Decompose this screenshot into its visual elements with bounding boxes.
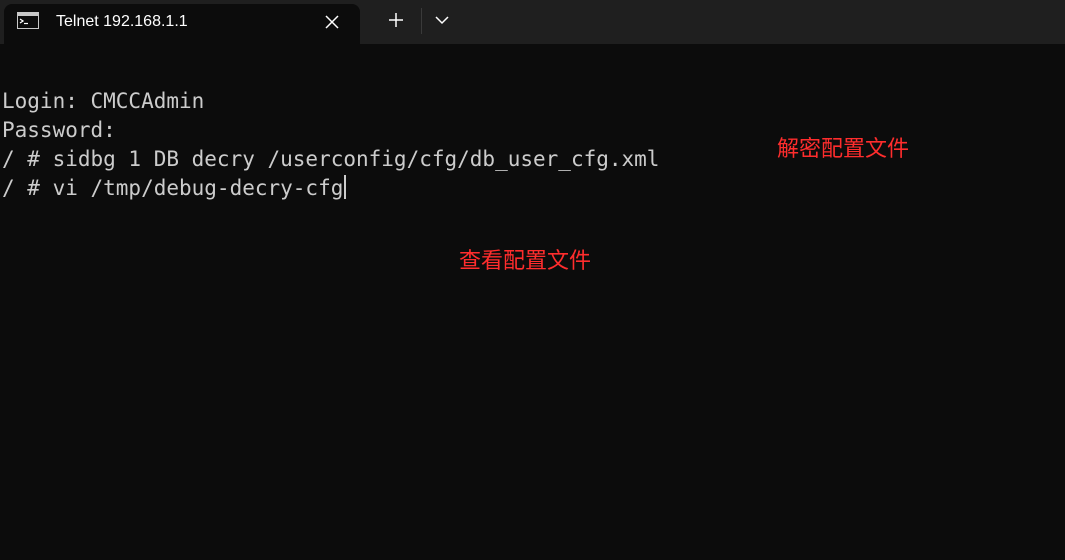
terminal-line-password: Password: <box>2 118 116 142</box>
terminal-window: Telnet 192.168.1.1 Login: CMCCAdmin Pass… <box>0 0 1065 560</box>
chevron-down-icon[interactable] <box>428 6 456 34</box>
tab-strip: Telnet 192.168.1.1 <box>0 0 1065 44</box>
terminal-line-decrypt-command: / # sidbg 1 DB decry /userconfig/cfg/db_… <box>2 147 660 171</box>
tab-separator <box>421 8 422 34</box>
command-text: / # vi /tmp/debug-decry-cfg <box>2 176 344 200</box>
terminal-line-login: Login: CMCCAdmin <box>2 89 205 113</box>
plus-icon[interactable] <box>382 6 410 34</box>
tab-telnet[interactable]: Telnet 192.168.1.1 <box>4 4 360 44</box>
terminal-output[interactable]: Login: CMCCAdmin Password: / # sidbg 1 D… <box>0 44 1065 560</box>
annotation-decrypt-config: 解密配置文件 <box>777 137 910 162</box>
text-cursor <box>344 175 347 199</box>
terminal-line-vi-command: / # vi /tmp/debug-decry-cfg <box>2 174 347 203</box>
annotation-view-config: 查看配置文件 <box>459 249 592 274</box>
terminal-icon <box>17 12 39 29</box>
close-icon[interactable] <box>320 10 344 34</box>
tab-title: Telnet 192.168.1.1 <box>56 13 188 30</box>
